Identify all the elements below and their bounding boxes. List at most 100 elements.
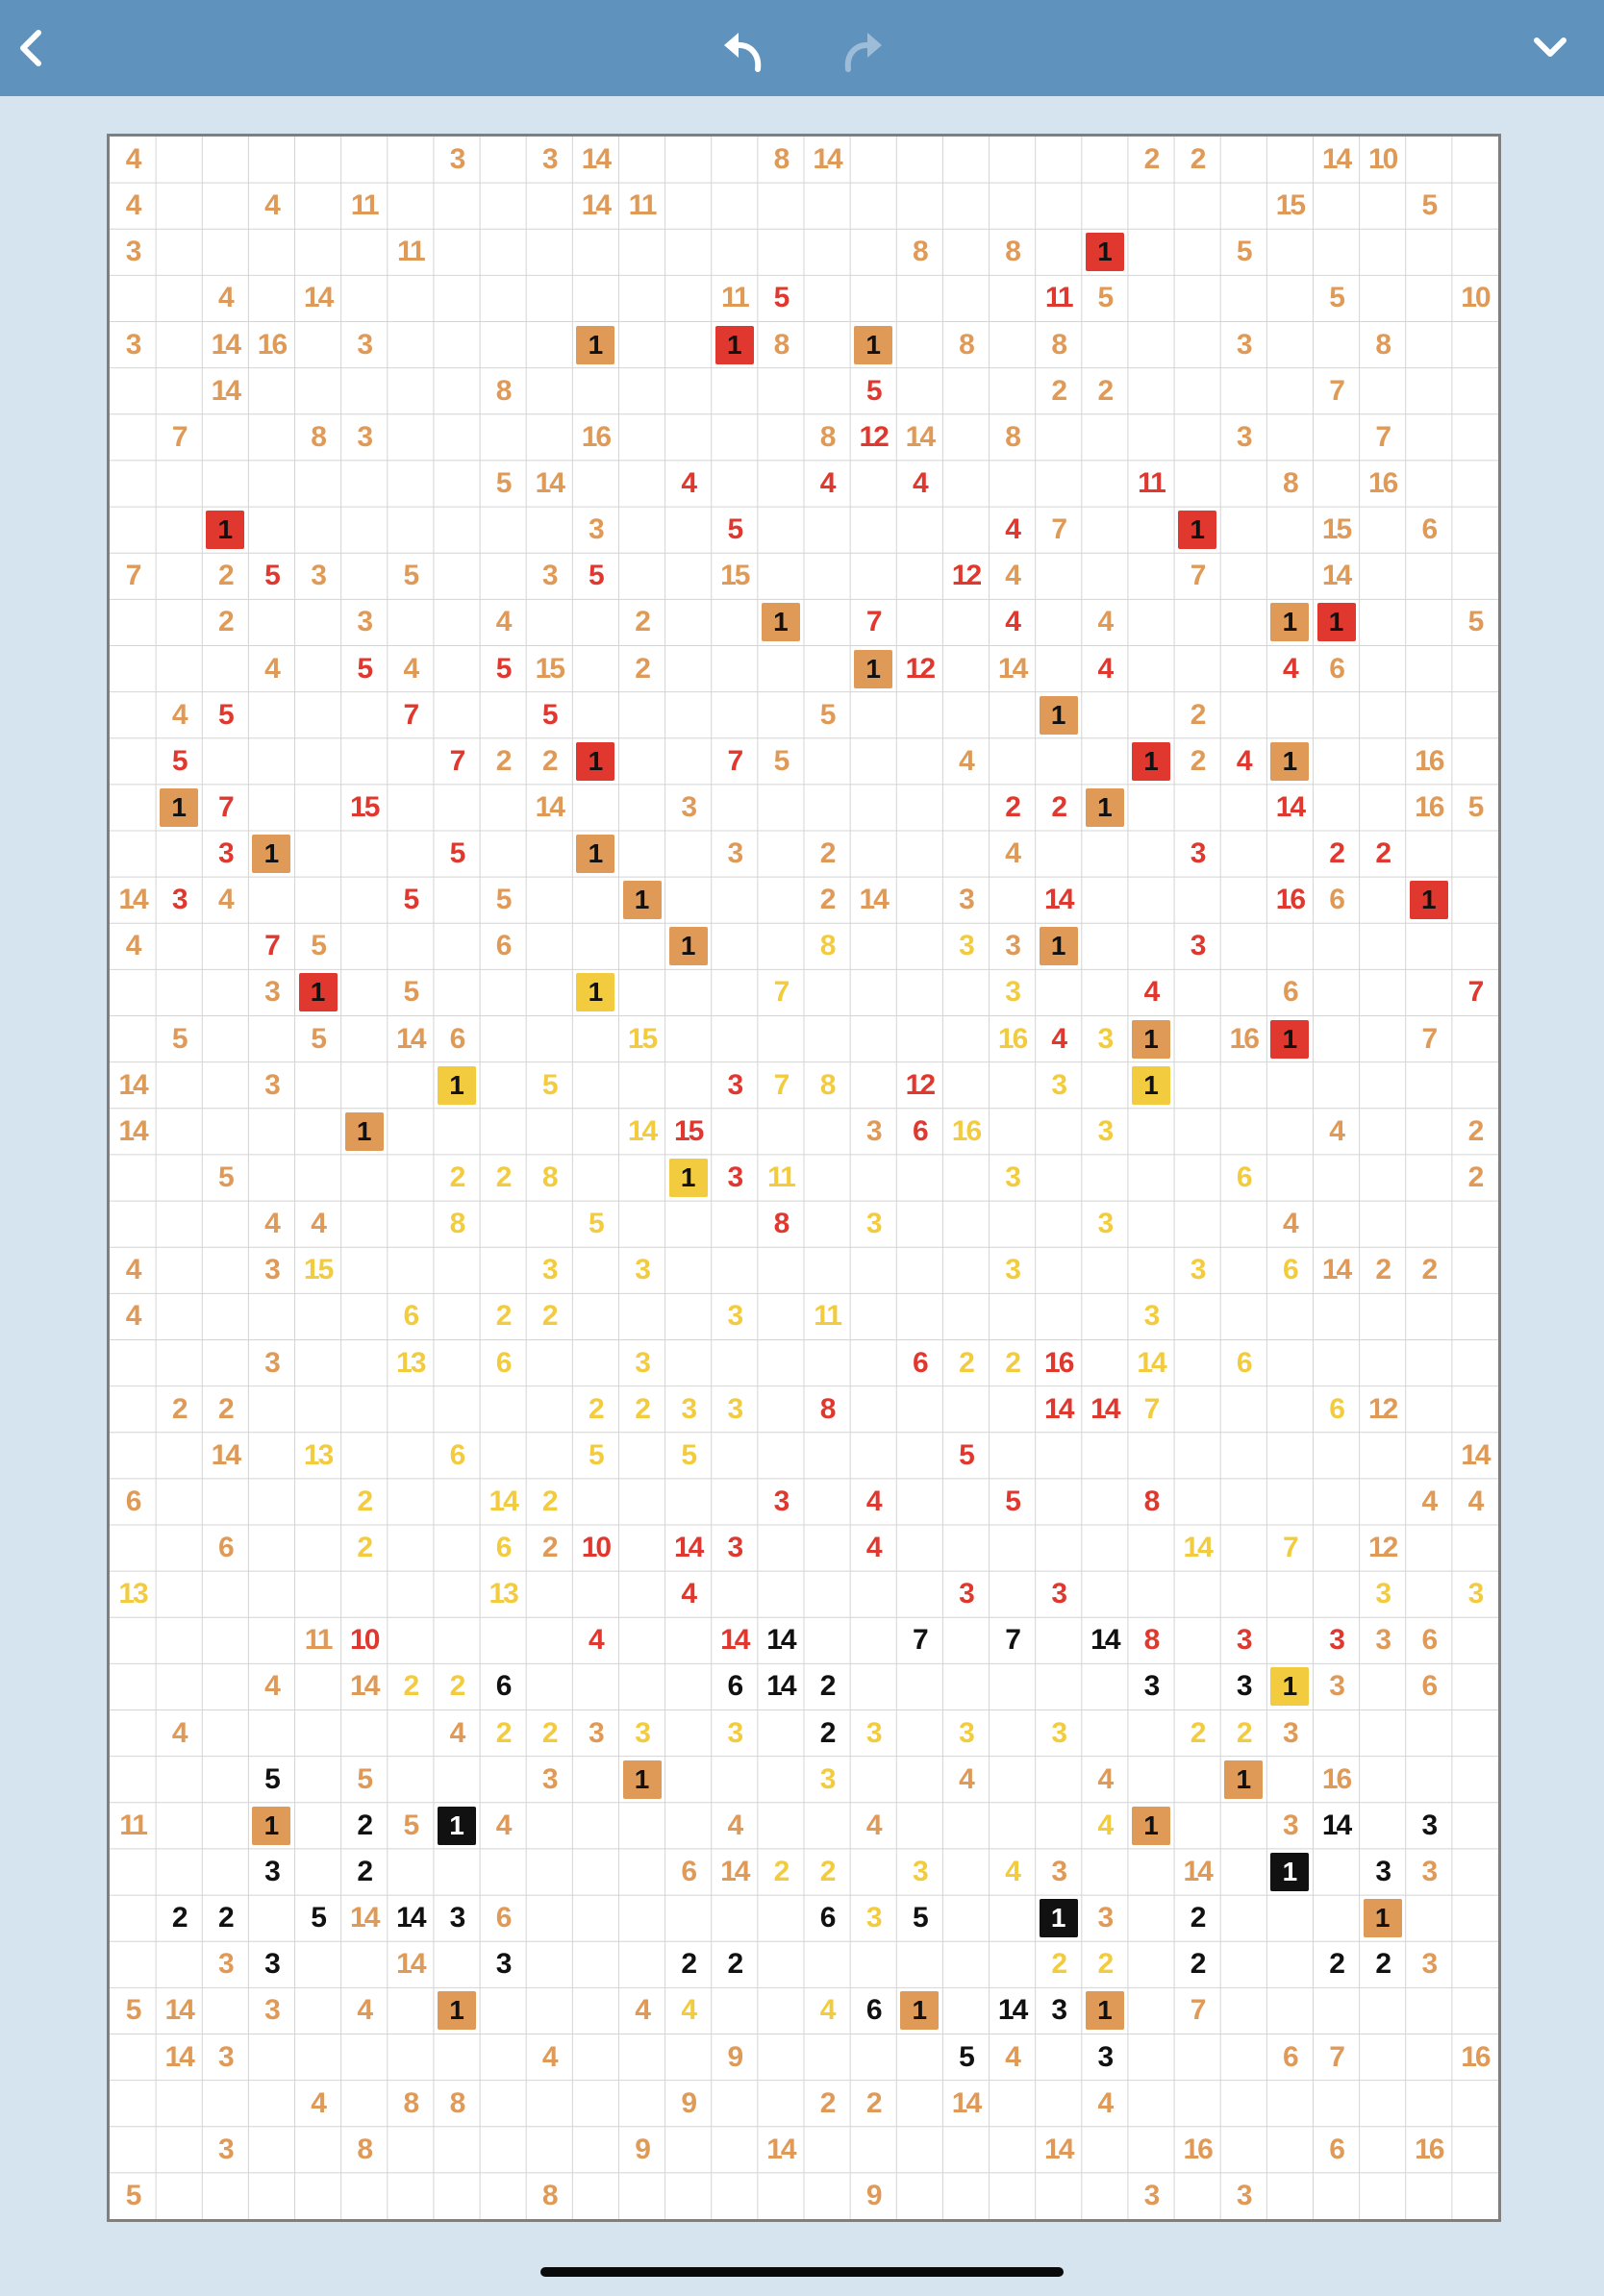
- clue-cell[interactable]: 14: [157, 1988, 201, 2033]
- clue-cell[interactable]: 14: [897, 415, 941, 460]
- clue-cell[interactable]: 6: [1221, 1341, 1266, 1385]
- clue-cell[interactable]: 4: [1453, 1480, 1497, 1524]
- clue-cell[interactable]: 14: [1037, 878, 1081, 922]
- clue-cell[interactable]: 14: [342, 1896, 387, 1940]
- clue-cell[interactable]: 2: [342, 1480, 387, 1524]
- back-button[interactable]: [2, 19, 60, 77]
- filled-one-cell[interactable]: 1: [1270, 603, 1310, 642]
- clue-cell[interactable]: 15: [1315, 508, 1359, 552]
- clue-cell[interactable]: 2: [342, 1850, 387, 1894]
- clue-cell[interactable]: 2: [527, 1526, 571, 1570]
- clue-cell[interactable]: 8: [296, 415, 340, 460]
- filled-one-cell[interactable]: 1: [900, 1991, 940, 2031]
- clue-cell[interactable]: 4: [943, 1758, 988, 1802]
- clue-cell[interactable]: 2: [805, 832, 849, 876]
- clue-cell[interactable]: 14: [759, 1664, 803, 1709]
- filled-one-cell[interactable]: 1: [1409, 881, 1448, 920]
- filled-one-cell[interactable]: 1: [576, 973, 615, 1012]
- clue-cell[interactable]: 4: [990, 1850, 1035, 1894]
- clue-cell[interactable]: 3: [666, 786, 711, 830]
- clue-cell[interactable]: 3: [203, 1942, 247, 1986]
- filled-one-cell[interactable]: 1: [1039, 1899, 1078, 1938]
- clue-cell[interactable]: 6: [1221, 1156, 1266, 1200]
- clue-cell[interactable]: 2: [1037, 786, 1081, 830]
- clue-cell[interactable]: 3: [111, 323, 155, 367]
- clue-cell[interactable]: 3: [1267, 1804, 1312, 1848]
- clue-cell[interactable]: 3: [1407, 1942, 1451, 1986]
- filled-one-cell[interactable]: 1: [622, 1759, 662, 1799]
- filled-one-cell[interactable]: 1: [576, 835, 615, 874]
- clue-cell[interactable]: 4: [990, 832, 1035, 876]
- clue-cell[interactable]: 16: [1407, 786, 1451, 830]
- clue-cell[interactable]: 6: [897, 1110, 941, 1154]
- clue-cell[interactable]: 8: [759, 323, 803, 367]
- undo-button[interactable]: [714, 19, 771, 77]
- clue-cell[interactable]: 3: [1361, 1572, 1405, 1616]
- clue-cell[interactable]: 3: [435, 1896, 479, 1940]
- clue-cell[interactable]: 9: [851, 2174, 895, 2218]
- clue-cell[interactable]: 2: [527, 1711, 571, 1756]
- clue-cell[interactable]: 8: [1129, 1618, 1173, 1662]
- clue-cell[interactable]: 4: [157, 693, 201, 737]
- clue-cell[interactable]: 14: [573, 137, 617, 182]
- clue-cell[interactable]: 3: [1315, 1618, 1359, 1662]
- clue-cell[interactable]: 13: [481, 1572, 525, 1616]
- clue-cell[interactable]: 6: [1315, 647, 1359, 691]
- clue-cell[interactable]: 3: [990, 1156, 1035, 1200]
- clue-cell[interactable]: 2: [203, 554, 247, 598]
- clue-cell[interactable]: 14: [203, 323, 247, 367]
- clue-cell[interactable]: 8: [1361, 323, 1405, 367]
- clue-cell[interactable]: 3: [1037, 1988, 1081, 2033]
- clue-cell[interactable]: 6: [111, 1480, 155, 1524]
- clue-cell[interactable]: 5: [249, 554, 293, 598]
- clue-cell[interactable]: 4: [851, 1804, 895, 1848]
- clue-cell[interactable]: 5: [342, 1758, 387, 1802]
- clue-cell[interactable]: 16: [1315, 1758, 1359, 1802]
- clue-cell[interactable]: 14: [388, 1896, 433, 1940]
- filled-one-cell[interactable]: 1: [1132, 1806, 1170, 1845]
- clue-cell[interactable]: 4: [1407, 1480, 1451, 1524]
- clue-cell[interactable]: 6: [1267, 970, 1312, 1014]
- clue-cell[interactable]: 3: [1037, 1850, 1081, 1894]
- clue-cell[interactable]: 2: [388, 1664, 433, 1709]
- clue-cell[interactable]: 14: [620, 1110, 664, 1154]
- clue-cell[interactable]: 4: [388, 647, 433, 691]
- clue-cell[interactable]: 14: [1037, 1387, 1081, 1432]
- filled-one-cell[interactable]: 1: [1270, 1019, 1310, 1059]
- clue-cell[interactable]: 5: [527, 1063, 571, 1108]
- clue-cell[interactable]: 4: [1129, 970, 1173, 1014]
- clue-cell[interactable]: 3: [1315, 1664, 1359, 1709]
- clue-cell[interactable]: 4: [1221, 739, 1266, 784]
- clue-cell[interactable]: 7: [1407, 1017, 1451, 1061]
- clue-cell[interactable]: 5: [435, 832, 479, 876]
- filled-one-cell[interactable]: 1: [252, 835, 291, 874]
- clue-cell[interactable]: 14: [1175, 1850, 1219, 1894]
- clue-cell[interactable]: 2: [157, 1387, 201, 1432]
- clue-cell[interactable]: 3: [249, 1942, 293, 1986]
- clue-cell[interactable]: 5: [388, 878, 433, 922]
- clue-cell[interactable]: 4: [990, 2035, 1035, 2080]
- clue-cell[interactable]: 2: [1083, 1942, 1127, 1986]
- clue-cell[interactable]: 2: [481, 1711, 525, 1756]
- clue-cell[interactable]: 2: [527, 1294, 571, 1338]
- clue-cell[interactable]: 5: [111, 1988, 155, 2033]
- clue-cell[interactable]: 4: [943, 739, 988, 784]
- clue-cell[interactable]: 7: [759, 1063, 803, 1108]
- clue-cell[interactable]: 5: [1083, 276, 1127, 320]
- clue-cell[interactable]: 6: [1267, 1248, 1312, 1292]
- clue-cell[interactable]: 11: [296, 1618, 340, 1662]
- clue-cell[interactable]: 2: [1361, 1248, 1405, 1292]
- clue-cell[interactable]: 5: [573, 1202, 617, 1246]
- clue-cell[interactable]: 4: [249, 647, 293, 691]
- clue-cell[interactable]: 7: [1129, 1387, 1173, 1432]
- menu-dropdown-button[interactable]: [1521, 19, 1579, 77]
- clue-cell[interactable]: 3: [1175, 1248, 1219, 1292]
- clue-cell[interactable]: 2: [527, 1480, 571, 1524]
- clue-cell[interactable]: 12: [851, 415, 895, 460]
- clue-cell[interactable]: 6: [713, 1664, 757, 1709]
- clue-cell[interactable]: 14: [111, 878, 155, 922]
- clue-cell[interactable]: 6: [1407, 1664, 1451, 1709]
- clue-cell[interactable]: 4: [203, 878, 247, 922]
- clue-cell[interactable]: 3: [1361, 1850, 1405, 1894]
- clue-cell[interactable]: 7: [759, 970, 803, 1014]
